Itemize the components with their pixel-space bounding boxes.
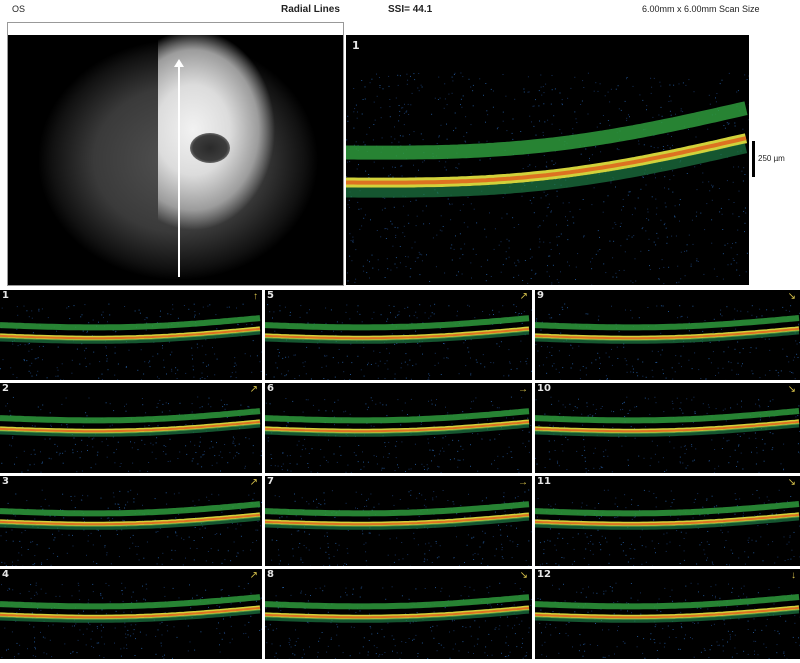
oct-scan-4[interactable]: 4 ↗ [0,569,262,659]
oct-scan-8[interactable]: 8 ↘ [265,569,532,659]
scan-number: 7 [267,476,274,487]
scan-direction-icon: → [518,384,528,395]
scan-direction-icon: ↗ [249,570,258,581]
oct-scan-5[interactable]: 5 ↗ [265,290,532,380]
optic-disc [190,133,230,163]
scan-number: 1 [2,290,9,301]
scan-direction-icon: ↗ [519,291,528,302]
scale-bar-label: 250 µm [758,154,785,163]
scan-line-arrow[interactable] [174,59,184,277]
scan-mode-label: Radial Lines [281,4,340,15]
scan-direction-icon: → [518,477,528,488]
scan-number: 8 [267,569,274,580]
main-scan-number: 1 [352,39,360,52]
oct-scan-3[interactable]: 3 ↗ [0,476,262,566]
scan-number: 3 [2,476,9,487]
eye-label: OS [12,4,26,14]
fundus-image [8,35,343,285]
scan-number: 10 [537,383,551,394]
scan-number: 12 [537,569,551,580]
scan-number: 5 [267,290,274,301]
scan-number: 4 [2,569,9,580]
oct-scan-9[interactable]: 9 ↘ [535,290,800,380]
scan-direction-icon: ↘ [787,291,796,302]
oct-scan-1[interactable]: 1 ↑ [0,290,262,380]
scan-direction-icon: ↘ [787,384,796,395]
scan-number: 9 [537,290,544,301]
scan-number: 2 [2,383,9,394]
scan-direction-icon: ↓ [791,570,796,581]
oct-scan-2[interactable]: 2 ↗ [0,383,262,473]
scan-direction-icon: ↗ [249,384,258,395]
oct-scan-7[interactable]: 7 → [265,476,532,566]
scan-size-label: 6.00mm x 6.00mm Scan Size [642,4,760,14]
fundus-image-panel [7,22,344,286]
oct-scan-10[interactable]: 10 ↘ [535,383,800,473]
signal-strength-label: SSI= 44.1 [388,4,433,15]
scan-direction-icon: ↘ [787,477,796,488]
scan-number: 6 [267,383,274,394]
main-oct-scan: 1 [346,35,749,285]
scan-direction-icon: ↘ [519,570,528,581]
scan-direction-icon: ↗ [249,477,258,488]
scan-number: 11 [537,476,551,487]
scan-direction-icon: ↑ [253,291,258,302]
oct-scan-12[interactable]: 12 ↓ [535,569,800,659]
oct-scan-6[interactable]: 6 → [265,383,532,473]
scale-bar [752,141,755,177]
oct-scan-11[interactable]: 11 ↘ [535,476,800,566]
